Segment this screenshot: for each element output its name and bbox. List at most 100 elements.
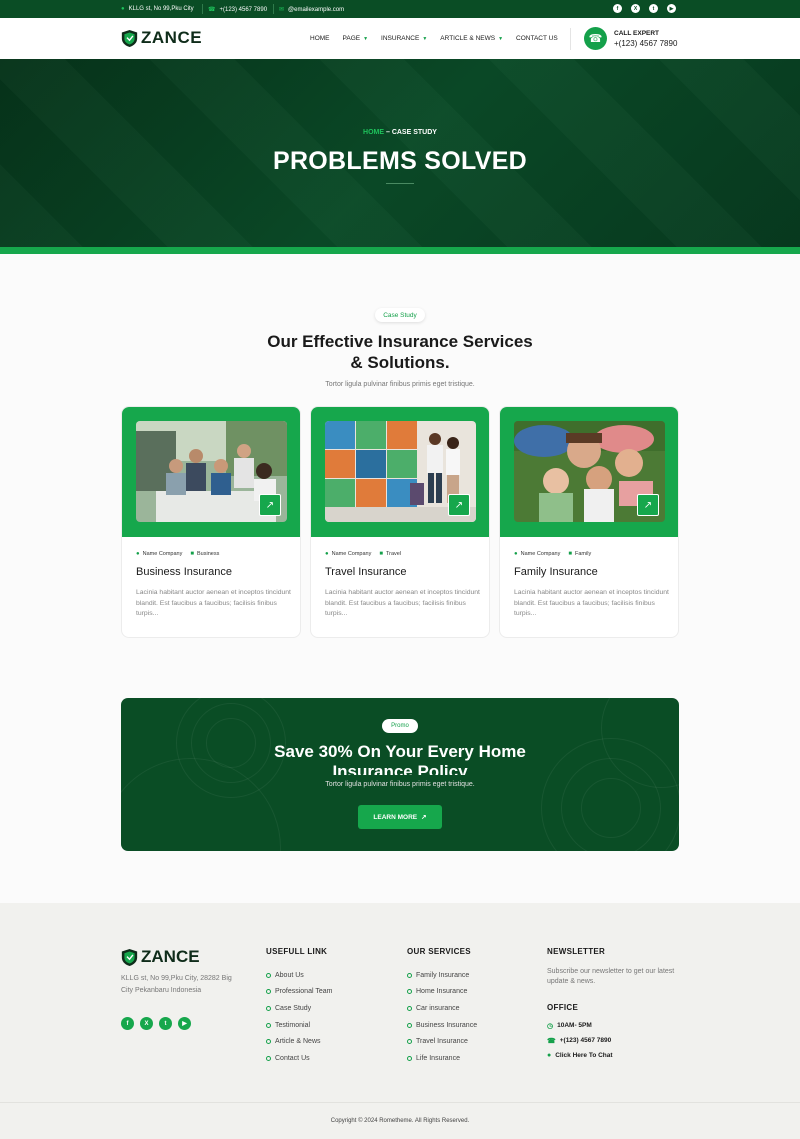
card-title[interactable]: Family Insurance xyxy=(514,566,598,578)
services-title: OUR SERVICES xyxy=(407,947,471,956)
twitter-icon[interactable]: t xyxy=(649,4,658,13)
office-phone[interactable]: ☎ +(123) 4567 7890 xyxy=(547,1033,613,1048)
nav-label: INSURANCE xyxy=(381,35,420,42)
twitter-icon[interactable]: t xyxy=(159,1017,172,1030)
youtube-icon[interactable]: ▶ xyxy=(667,4,676,13)
folder-icon: ■ xyxy=(568,551,572,557)
top-bar: ● KLLG st, No 99,Pku City ☎ +(123) 4567 … xyxy=(0,0,800,18)
promo-subtitle: Tortor ligula pulvinar finibus primis eg… xyxy=(325,781,475,788)
footer-link-label: About Us xyxy=(275,971,304,979)
nav-menu: HOME PAGE ▼ INSURANCE ▼ ARTICLE & NEWS ▼ CO… xyxy=(310,35,558,42)
footer-link-label: Professional Team xyxy=(275,988,333,996)
footer-link-label: Family Insurance xyxy=(416,971,470,979)
office-contact: ◷ 10AM- 5PM ☎ +(123) 4567 7890 ● Click Here… xyxy=(547,1018,613,1063)
footer-link[interactable]: Professional Team xyxy=(266,984,332,1001)
card-meta: ● Name Company ■ Family xyxy=(514,551,591,557)
case-card[interactable]: ↗ ● Name Company ■ Travel Travel Insurance… xyxy=(310,406,490,638)
breadcrumb-home[interactable]: HOME xyxy=(363,129,384,136)
breadcrumb-current: – CASE STUDY xyxy=(385,129,437,136)
arrow-up-right-icon[interactable]: ↗ xyxy=(448,494,470,516)
arrow-up-right-icon: ↗ xyxy=(421,814,427,821)
nav-label: CONTACT US xyxy=(516,35,558,42)
logo-text: ZANCE xyxy=(141,28,203,47)
footer-link[interactable]: About Us xyxy=(266,967,332,984)
card-image-family[interactable]: ↗ xyxy=(514,421,665,522)
newsletter-text: Subscribe our newsletter to get our late… xyxy=(547,968,675,985)
footer-link[interactable]: Travel Insurance xyxy=(407,1033,477,1050)
office-hours: ◷ 10AM- 5PM xyxy=(547,1018,613,1033)
chat-link[interactable]: ● Click Here To Chat xyxy=(547,1048,613,1063)
main-nav: ZANCE HOME PAGE ▼ INSURANCE ▼ ARTICLE & NE… xyxy=(0,18,800,59)
x-icon[interactable]: X xyxy=(631,4,640,13)
arrow-up-right-icon[interactable]: ↗ xyxy=(259,494,281,516)
case-card[interactable]: ↗ ● Name Company ■ Business Business Insur… xyxy=(121,406,301,638)
card-author: Name Company xyxy=(142,551,183,557)
topbar-address: ● KLLG st, No 99,Pku City xyxy=(121,6,194,12)
x-icon[interactable]: X xyxy=(140,1017,153,1030)
nav-item-page[interactable]: PAGE ▼ xyxy=(343,35,369,42)
chat-link-text: Click Here To Chat xyxy=(555,1052,613,1059)
logo[interactable]: ZANCE xyxy=(121,28,202,48)
youtube-icon[interactable]: ▶ xyxy=(178,1017,191,1030)
case-card[interactable]: ↗ ● Name Company ■ Family Family Insurance… xyxy=(499,406,679,638)
promo-title-line: Insurance Policy xyxy=(332,762,468,775)
footer-link[interactable]: Contact Us xyxy=(266,1050,332,1067)
topbar-phone-text: +(123) 4567 7890 xyxy=(219,6,268,13)
facebook-icon[interactable]: f xyxy=(613,4,622,13)
footer-link[interactable]: Family Insurance xyxy=(407,967,477,984)
card-title[interactable]: Travel Insurance xyxy=(325,566,407,578)
call-button[interactable]: ☎ xyxy=(584,27,607,50)
topbar-phone[interactable]: ☎ +(123) 4567 7890 xyxy=(208,6,268,14)
footer-link[interactable]: Case Study xyxy=(266,1000,332,1017)
footer-link-label: Car insurance xyxy=(416,1004,460,1012)
phone-icon: ☎ xyxy=(208,7,216,13)
card-author: Name Company xyxy=(331,551,372,557)
topbar-address-text: KLLG st, No 99,Pku City xyxy=(128,6,194,12)
bullet-icon xyxy=(266,1055,271,1061)
caret-down-icon: ▼ xyxy=(422,35,428,42)
clock-icon: ◷ xyxy=(547,1022,554,1030)
footer-link[interactable]: Testimonial xyxy=(266,1017,332,1034)
footer-link[interactable]: Business Insurance xyxy=(407,1017,477,1034)
card-excerpt: Lacinia habitant auctor aenean et incept… xyxy=(514,589,669,617)
card-category[interactable]: Family xyxy=(575,551,591,557)
card-category[interactable]: Business xyxy=(197,551,219,557)
footer-link[interactable]: Article & News xyxy=(266,1033,332,1050)
footer-link[interactable]: Home Insurance xyxy=(407,984,477,1001)
footer: ZANCE KLLG st, No 99,Pku City, 28282 Big… xyxy=(0,903,800,1139)
nav-item-insurance[interactable]: INSURANCE ▼ xyxy=(381,35,427,42)
bullet-icon xyxy=(266,1039,271,1045)
footer-link[interactable]: Car insurance xyxy=(407,1000,477,1017)
folder-icon: ■ xyxy=(190,551,194,557)
card-image-business[interactable]: ↗ xyxy=(136,421,287,522)
card-excerpt: Lacinia habitant auctor aenean et incept… xyxy=(136,589,291,617)
card-meta: ● Name Company ■ Business xyxy=(136,551,219,557)
caret-down-icon: ▼ xyxy=(498,35,504,42)
footer-logo[interactable]: ZANCE xyxy=(121,947,200,967)
footer-link-label: Business Insurance xyxy=(416,1021,478,1029)
section-subtitle: Tortor ligula pulvinar finibus primis eg… xyxy=(325,381,475,388)
divider xyxy=(273,4,274,14)
arrow-up-right-icon[interactable]: ↗ xyxy=(637,494,659,516)
nav-item-contact[interactable]: CONTACT US xyxy=(516,35,558,42)
facebook-icon[interactable]: f xyxy=(121,1017,134,1030)
nav-item-article-news[interactable]: ARTICLE & NEWS ▼ xyxy=(440,35,503,42)
footer-link[interactable]: Life Insurance xyxy=(407,1050,477,1067)
call-expert-number[interactable]: +(123) 4567 7890 xyxy=(614,39,677,48)
chat-icon: ● xyxy=(547,1052,552,1059)
footer-link-label: Life Insurance xyxy=(416,1054,460,1062)
bullet-icon xyxy=(266,1005,271,1011)
caret-down-icon: ▼ xyxy=(363,35,369,42)
title-underline xyxy=(386,183,414,184)
hero-accent-bar xyxy=(0,247,800,254)
bullet-icon xyxy=(407,972,412,978)
card-image-travel[interactable]: ↗ xyxy=(325,421,476,522)
card-category[interactable]: Travel xyxy=(386,551,401,557)
topbar-email[interactable]: ✉ @emailexample.com xyxy=(279,6,344,14)
topbar-social: f X t ▶ xyxy=(613,4,676,13)
card-title[interactable]: Business Insurance xyxy=(136,566,232,578)
folder-icon: ■ xyxy=(379,551,383,557)
bullet-icon xyxy=(407,1055,412,1061)
nav-item-home[interactable]: HOME xyxy=(310,35,330,42)
learn-more-button[interactable]: LEARN MORE ↗ xyxy=(358,805,442,829)
